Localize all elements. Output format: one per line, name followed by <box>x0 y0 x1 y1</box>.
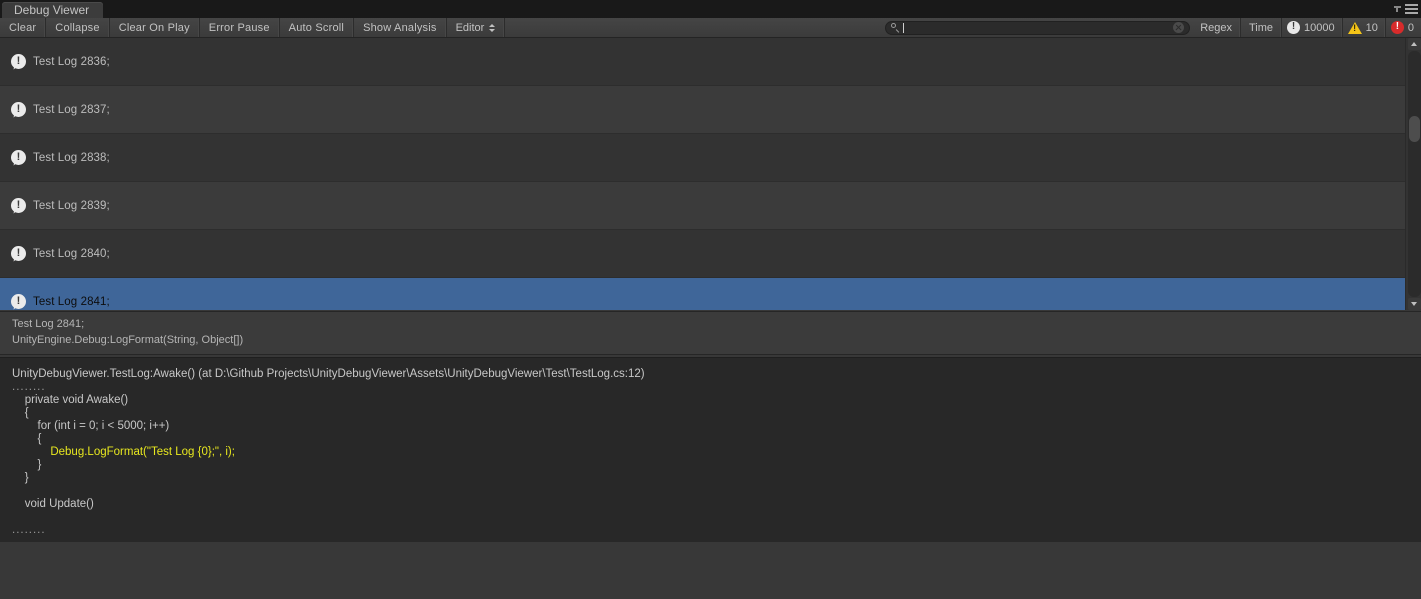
log-bubble-icon: ! <box>11 102 28 117</box>
warning-count-value: 10 <box>1366 22 1378 34</box>
code-line: ........ <box>12 381 1421 394</box>
code-line: } <box>12 472 1421 485</box>
code-line: { <box>12 433 1421 446</box>
code-line <box>12 485 1421 498</box>
warning-count-button[interactable]: 10 <box>1343 18 1386 37</box>
code-line-highlighted: Debug.LogFormat("Test Log {0};", i); <box>12 446 1421 459</box>
log-message: Test Log 2841; <box>33 296 110 308</box>
code-line: void Update() <box>12 498 1421 511</box>
search-input-area[interactable] <box>903 22 1173 34</box>
clear-on-play-button-label: Clear On Play <box>119 22 190 34</box>
search-input[interactable] <box>885 21 1190 35</box>
clear-button-label: Clear <box>9 22 36 34</box>
code-line: ........ <box>12 524 1421 537</box>
log-bubble-icon: ! <box>11 294 28 309</box>
detail-line-stack: UnityEngine.Debug:LogFormat(String, Obje… <box>12 332 1421 348</box>
show-analysis-button-label: Show Analysis <box>363 22 437 34</box>
tab-right-icons <box>1393 3 1418 14</box>
scrollbar-track[interactable] <box>1408 51 1421 297</box>
table-row[interactable]: ! Test Log 2840; <box>0 230 1405 278</box>
log-message: Test Log 2838; <box>33 152 110 164</box>
time-toggle[interactable]: Time <box>1241 18 1282 37</box>
warning-triangle-icon <box>1348 22 1362 34</box>
clear-button[interactable]: Clear <box>0 18 46 37</box>
error-pause-button[interactable]: Error Pause <box>200 18 280 37</box>
log-bubble-icon: ! <box>11 54 28 69</box>
search-area <box>885 18 1192 37</box>
tab-debug-viewer[interactable]: Debug Viewer <box>2 2 103 18</box>
error-count-button[interactable]: 0 <box>1386 18 1421 37</box>
scrollbar-thumb[interactable] <box>1409 116 1420 142</box>
table-row-selected[interactable]: ! Test Log 2841; <box>0 278 1405 310</box>
scroll-down-arrow-icon[interactable] <box>1408 298 1421 310</box>
regex-toggle-label: Regex <box>1200 22 1232 34</box>
error-pause-button-label: Error Pause <box>209 22 270 34</box>
table-row[interactable]: ! Test Log 2837; <box>0 86 1405 134</box>
log-bubble-icon <box>1287 21 1300 34</box>
stack-trace-code-panel[interactable]: UnityDebugViewer.TestLog:Awake() (at D:\… <box>0 357 1421 542</box>
toolbar: Clear Collapse Clear On Play Error Pause… <box>0 18 1421 38</box>
table-row[interactable]: ! Test Log 2838; <box>0 134 1405 182</box>
show-analysis-button[interactable]: Show Analysis <box>354 18 447 37</box>
log-message: Test Log 2840; <box>33 248 110 260</box>
collapse-button-label: Collapse <box>55 22 99 34</box>
error-circle-icon <box>1391 21 1404 34</box>
code-line <box>12 511 1421 524</box>
code-line: private void Awake() <box>12 394 1421 407</box>
lock-icon[interactable] <box>1393 4 1402 13</box>
log-bubble-icon: ! <box>11 246 28 261</box>
toolbar-spacer <box>505 18 885 37</box>
debug-viewer-window: Debug Viewer Clear Collapse Clear On Pla… <box>0 0 1421 599</box>
detail-line-message: Test Log 2841; <box>12 316 1421 332</box>
log-count-button[interactable]: 10000 <box>1282 18 1343 37</box>
bottom-filler <box>0 542 1421 599</box>
time-toggle-label: Time <box>1249 22 1273 34</box>
stack-frame-line[interactable]: UnityDebugViewer.TestLog:Awake() (at D:\… <box>12 368 1421 381</box>
table-row[interactable]: ! Test Log 2836; <box>0 38 1405 86</box>
log-list-scrollbar[interactable] <box>1405 38 1421 310</box>
editor-dropdown[interactable]: Editor <box>447 18 506 37</box>
clear-circle-icon[interactable] <box>1173 22 1184 33</box>
code-line: for (int i = 0; i < 5000; i++) <box>12 420 1421 433</box>
collapse-button[interactable]: Collapse <box>46 18 109 37</box>
hamburger-menu-icon[interactable] <box>1405 3 1418 14</box>
log-detail-panel[interactable]: Test Log 2841; UnityEngine.Debug:LogForm… <box>0 311 1421 355</box>
log-message: Test Log 2837; <box>33 104 110 116</box>
tab-strip: Debug Viewer <box>0 0 1421 18</box>
log-bubble-icon: ! <box>11 198 28 213</box>
log-bubble-icon: ! <box>11 150 28 165</box>
log-message: Test Log 2839; <box>33 200 110 212</box>
text-caret <box>903 23 904 33</box>
table-row[interactable]: ! Test Log 2839; <box>0 182 1405 230</box>
updown-arrows-icon <box>489 23 496 33</box>
log-count-value: 10000 <box>1304 22 1335 34</box>
auto-scroll-button[interactable]: Auto Scroll <box>280 18 354 37</box>
search-icon <box>891 23 900 32</box>
editor-dropdown-label: Editor <box>456 22 485 34</box>
auto-scroll-button-label: Auto Scroll <box>289 22 344 34</box>
code-line: } <box>12 459 1421 472</box>
log-list[interactable]: ! Test Log 2836; ! Test Log 2837; ! Test… <box>0 38 1405 310</box>
code-line: { <box>12 407 1421 420</box>
log-message: Test Log 2836; <box>33 56 110 68</box>
regex-toggle[interactable]: Regex <box>1192 18 1241 37</box>
clear-on-play-button[interactable]: Clear On Play <box>110 18 200 37</box>
scroll-up-arrow-icon[interactable] <box>1408 38 1421 50</box>
error-count-value: 0 <box>1408 22 1414 34</box>
tab-label: Debug Viewer <box>14 3 89 17</box>
